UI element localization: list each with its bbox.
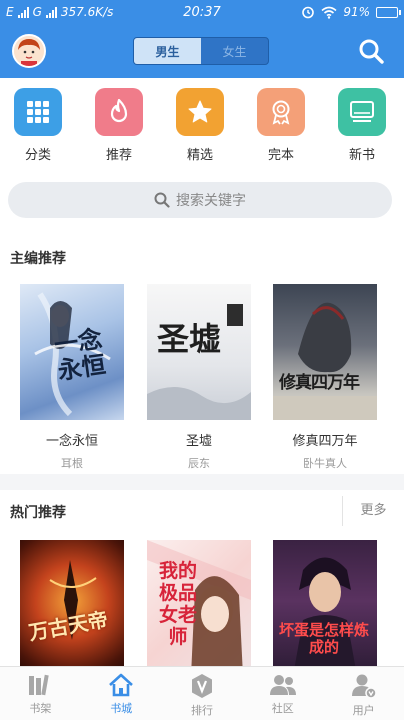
category-xinshu[interactable]: 新书	[332, 88, 392, 163]
book-card[interactable]: 一念永恒 一念永恒 耳根	[20, 284, 124, 471]
nav-user[interactable]: 用户	[323, 667, 404, 720]
status-right: 91%	[301, 5, 401, 19]
category-tuijian[interactable]: 推荐	[89, 88, 149, 163]
flame-icon	[95, 88, 143, 136]
book-author: 辰东	[188, 457, 210, 470]
screen-icon	[338, 88, 386, 136]
category-jingxuan[interactable]: 精选	[170, 88, 230, 163]
cover-title: 坏蛋是怎样炼成的	[279, 621, 370, 656]
book-cover[interactable]: 一念永恒	[20, 284, 124, 420]
nav-label: 用户	[352, 704, 375, 717]
avatar-face-icon	[14, 36, 44, 66]
cover-title: 我的极品女老师	[158, 560, 197, 648]
avatar[interactable]	[12, 34, 46, 68]
wifi-icon	[321, 6, 337, 19]
editor-picks-section: 主编推荐 一念永恒 一念永恒 耳根 圣墟 圣墟 辰东 修真四万年 修真四万年 卧…	[0, 236, 404, 474]
book-cover[interactable]: 修真四万年	[273, 284, 377, 420]
book-cover[interactable]: 万古天帝	[20, 540, 124, 676]
nav-label: 社区	[271, 702, 294, 715]
nav-community[interactable]: 社区	[242, 667, 323, 720]
book-cover[interactable]: 圣墟	[147, 284, 251, 420]
medal-icon	[257, 88, 305, 136]
search-bar[interactable]: 搜索关键字	[8, 182, 392, 218]
nav-label: 书架	[29, 702, 52, 715]
user-icon	[351, 674, 377, 699]
app-header: 男生 女生	[0, 24, 404, 78]
nav-ranking[interactable]: 排行	[162, 667, 243, 720]
book-cover[interactable]: 我的极品女老师	[147, 540, 251, 676]
book-card[interactable]: 坏蛋是怎样炼成的	[273, 540, 377, 676]
search-icon	[154, 192, 170, 208]
nav-label: 排行	[190, 704, 213, 717]
category-label: 推荐	[105, 148, 132, 163]
category-wanben[interactable]: 完本	[251, 88, 311, 163]
tab-female[interactable]: 女生	[201, 38, 268, 64]
rank-badge-icon	[191, 674, 212, 698]
tab-male[interactable]: 男生	[134, 38, 201, 64]
section-title: 热门推荐	[10, 505, 66, 521]
search-icon[interactable]	[358, 38, 384, 64]
category-label: 完本	[267, 148, 294, 163]
alarm-icon	[302, 6, 315, 19]
more-link[interactable]: 更多	[342, 496, 404, 526]
category-panel: 分类 推荐 精选 完本 新书 搜索关键字	[0, 78, 404, 248]
gender-toggle: 男生 女生	[133, 37, 269, 65]
status-bar: E G 357.6K/s 20:37 91%	[0, 0, 404, 24]
category-label: 分类	[24, 148, 51, 163]
book-card[interactable]: 我的极品女老师	[147, 540, 251, 676]
category-label: 新书	[348, 148, 375, 163]
book-cover[interactable]: 坏蛋是怎样炼成的	[273, 540, 377, 676]
section-title: 主编推荐	[10, 251, 66, 267]
nav-label: 书城	[110, 702, 133, 715]
star-icon	[176, 88, 224, 136]
battery-icon	[376, 6, 401, 18]
search-placeholder: 搜索关键字	[176, 193, 246, 209]
cover-title: 修真四万年	[279, 373, 360, 393]
cover-title: 圣墟	[157, 320, 222, 358]
battery-percent: 91%	[343, 5, 370, 19]
category-fenlei[interactable]: 分类	[8, 88, 68, 163]
signal-icon	[17, 6, 29, 18]
app-screen: E G 357.6K/s 20:37 91% 男生 女生 分类 推荐 精选 完本…	[0, 0, 404, 720]
cover-art-icon	[273, 302, 377, 420]
network-speed: 357.6K/s	[60, 5, 114, 19]
cover-title: 一念永恒	[52, 323, 108, 386]
community-icon	[269, 675, 296, 695]
nav-bookshelf[interactable]: 书架	[0, 667, 81, 720]
bottom-nav: 书架 书城 排行 社区 用户	[0, 666, 404, 720]
status-left: E G 357.6K/s	[6, 5, 113, 19]
book-card[interactable]: 万古天帝	[20, 540, 124, 676]
book-title: 圣墟	[185, 434, 212, 449]
book-card[interactable]: 修真四万年 修真四万年 卧牛真人	[273, 284, 377, 471]
network-label-e: E	[6, 5, 14, 19]
home-icon	[109, 673, 134, 697]
book-card[interactable]: 圣墟 圣墟 辰东	[147, 284, 251, 471]
book-title: 一念永恒	[45, 434, 98, 449]
grid-icon	[14, 88, 62, 136]
nav-bookstore[interactable]: 书城	[81, 667, 162, 720]
network-label-g: G	[32, 5, 42, 19]
book-title: 修真四万年	[292, 434, 358, 449]
book-author: 耳根	[61, 457, 83, 470]
bookshelf-icon	[29, 674, 50, 696]
category-label: 精选	[186, 148, 213, 163]
book-author: 卧牛真人	[303, 457, 347, 470]
signal-icon-2	[45, 6, 57, 18]
